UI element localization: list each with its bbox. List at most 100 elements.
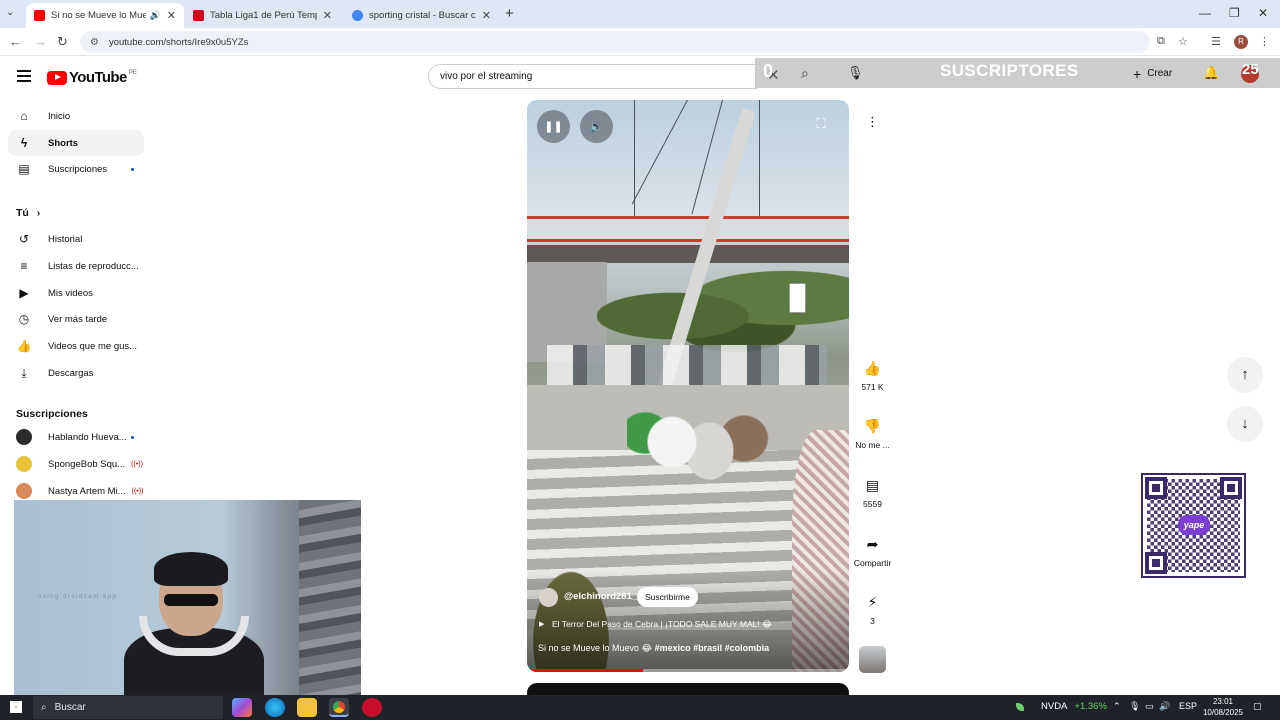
url-field[interactable]: ⚙ youtube.com/shorts/Ire9x0u5YZs	[80, 31, 1150, 53]
tray-chevron-up-icon[interactable]: ⌃	[1113, 701, 1121, 712]
logo-text: YouTube	[69, 69, 127, 86]
more-options-icon[interactable]: ⋮	[860, 114, 885, 130]
speaker-icon: 🔊	[149, 10, 161, 20]
tab-liga1[interactable]: Tabla Liga1 de Perú Temporada ✕	[185, 3, 340, 28]
taskbar-search-placeholder: Buscar	[54, 702, 86, 713]
obs-app-icon[interactable]	[362, 698, 382, 717]
video-bridge-underside	[527, 245, 849, 263]
previous-short-button[interactable]: ↑	[1227, 357, 1263, 393]
arrow-down-icon: ↓	[1241, 415, 1249, 432]
reload-icon[interactable]: ↻	[57, 34, 68, 50]
sidebar-item-watch-later[interactable]: ◷ Ver más tarde	[8, 306, 144, 332]
search-input[interactable]: vivo por el streaming	[428, 64, 758, 89]
sidebar-item-downloads[interactable]: ⤓ Descargas	[8, 360, 144, 386]
new-tab-button[interactable]: +	[505, 5, 514, 22]
youtube-play-icon	[47, 70, 67, 85]
channel-handle[interactable]: @elchinord281_	[564, 591, 637, 602]
short-hashtags[interactable]: #mexico #brasil #colombia	[655, 643, 770, 653]
channel-avatar[interactable]	[539, 588, 558, 607]
fullscreen-icon[interactable]: ⛶	[807, 116, 835, 140]
remix-button[interactable]: ⚡ 3	[850, 592, 895, 626]
guide-menu-icon[interactable]	[17, 70, 31, 82]
like-button[interactable]: 👍 571 K	[850, 358, 895, 392]
stock-leaf-icon	[1016, 702, 1024, 711]
network-icon[interactable]: ▭	[1145, 701, 1154, 712]
forward-icon[interactable]: →	[34, 34, 47, 49]
sidebar-item-label: Inicio	[48, 110, 71, 122]
back-icon[interactable]: ←	[9, 34, 22, 49]
language-indicator[interactable]: ESP	[1179, 701, 1197, 711]
install-app-icon[interactable]: ⧉	[1157, 35, 1165, 48]
close-tab-icon[interactable]: ✕	[323, 9, 332, 22]
sidebar-item-playlists[interactable]: ≡ Listas de reproducc...	[8, 253, 144, 279]
next-short-button[interactable]: ↓	[1227, 406, 1263, 442]
create-label: Crear	[1147, 68, 1173, 79]
volume-tray-icon[interactable]: 🔊	[1159, 701, 1170, 712]
reading-list-icon[interactable]: ☰	[1211, 35, 1221, 48]
close-window-icon[interactable]: ✕	[1258, 6, 1268, 20]
stone-wall	[299, 500, 361, 695]
volume-button[interactable]: 🔈	[580, 110, 613, 143]
sidebar-item-historial[interactable]: ↺ Historial	[8, 226, 144, 252]
restore-icon[interactable]: ❐	[1229, 6, 1240, 20]
notifications-bell-icon[interactable]: 🔔	[1203, 65, 1219, 81]
video-progress-bar[interactable]	[527, 669, 849, 672]
chrome-app-icon[interactable]	[329, 698, 349, 717]
google-favicon-icon	[352, 10, 363, 21]
sound-thumbnail[interactable]	[859, 646, 886, 673]
copilot-app-icon[interactable]	[232, 698, 252, 717]
stock-name: NVDA	[1041, 701, 1068, 712]
windows-start-icon[interactable]	[10, 701, 22, 713]
microphone-tray-icon[interactable]: 🎙	[1129, 701, 1140, 712]
subscribe-button[interactable]: Suscribirme	[637, 587, 698, 607]
video-bridge	[527, 216, 849, 242]
yape-qr-code: yape	[1141, 473, 1246, 578]
history-icon: ↺	[18, 232, 30, 246]
stock-widget[interactable]: NVDA +1.36%	[1016, 701, 1107, 712]
bookmark-star-icon[interactable]: ☆	[1178, 35, 1188, 48]
sidebar-you-header[interactable]: Tú ›	[8, 200, 144, 226]
dislike-button[interactable]: 👎 No me ...	[850, 416, 895, 450]
sidebar-item-suscripciones[interactable]: ▤ Suscripciones	[8, 156, 144, 182]
youtube-logo[interactable]: YouTube PE	[47, 69, 137, 86]
profile-avatar[interactable]: R	[1234, 35, 1248, 49]
comment-count: 5559	[863, 499, 882, 509]
taskbar-search[interactable]: ⌕ Buscar	[33, 696, 223, 719]
remix-count: 3	[870, 616, 875, 626]
create-button[interactable]: + Crear	[1133, 65, 1172, 82]
minimize-icon[interactable]: —	[1199, 6, 1211, 20]
search-icon[interactable]: ⌕	[801, 65, 809, 82]
microphone-icon[interactable]: 🎙	[847, 65, 864, 81]
taskbar-clock[interactable]: 23:01 10/08/2025	[1198, 696, 1248, 718]
share-button[interactable]: ➦ Compartir	[850, 534, 895, 568]
notifications-icon[interactable]: ▢	[1253, 701, 1262, 712]
edge-app-icon[interactable]	[265, 698, 285, 717]
pause-button[interactable]: ❚❚	[537, 110, 570, 143]
comments-button[interactable]: ▤ 5559	[850, 475, 895, 509]
close-tab-icon[interactable]: ✕	[167, 9, 176, 22]
sidebar-item-my-videos[interactable]: ▶ Mis videos	[8, 280, 144, 306]
site-info-icon[interactable]: ⚙	[90, 37, 99, 48]
sound-title[interactable]: El Terror Del Paso de Cebra | ¡TODO SALE…	[552, 619, 772, 630]
new-content-dot	[131, 168, 134, 171]
close-tab-icon[interactable]: ✕	[482, 9, 491, 22]
sidebar-item-shorts[interactable]: ϟ Shorts	[8, 130, 144, 156]
tab-youtube-short[interactable]: Si no se Mueve lo Muevo 😂 🔊 ✕	[26, 3, 184, 28]
sidebar-channel[interactable]: Hablando Hueva...	[8, 424, 144, 450]
subscriber-counter-overlay: ✕ 0 ⌕ 🎙 SUSCRIPTORES + Crear 🔔 25	[755, 58, 1280, 88]
chrome-menu-icon[interactable]: ⋮	[1259, 35, 1270, 48]
sidebar-channel[interactable]: SpongeBob Squ... ((•))	[8, 451, 144, 477]
shorts-video-player[interactable]: ❚❚ 🔈 ⛶ @elchinord281_ Suscribirme ▶ El T…	[527, 100, 849, 672]
tab-google-search[interactable]: sporting cristal - Buscar con Go ✕	[344, 3, 499, 28]
tab-search-chevron-icon[interactable]: ⌄	[6, 7, 14, 18]
sidebar-item-liked[interactable]: 👍 Videos que me gus...	[8, 333, 144, 359]
qr-finder	[1145, 477, 1167, 499]
file-explorer-icon[interactable]	[297, 698, 317, 717]
bridge-cable	[759, 100, 760, 218]
my-videos-icon: ▶	[19, 286, 29, 300]
downloads-icon: ⤓	[21, 365, 27, 380]
share-label: Compartir	[853, 558, 892, 568]
tab-title: sporting cristal - Buscar con Go	[369, 10, 476, 21]
next-short-preview[interactable]	[527, 683, 849, 695]
sidebar-item-inicio[interactable]: ⌂ Inicio	[8, 103, 144, 129]
